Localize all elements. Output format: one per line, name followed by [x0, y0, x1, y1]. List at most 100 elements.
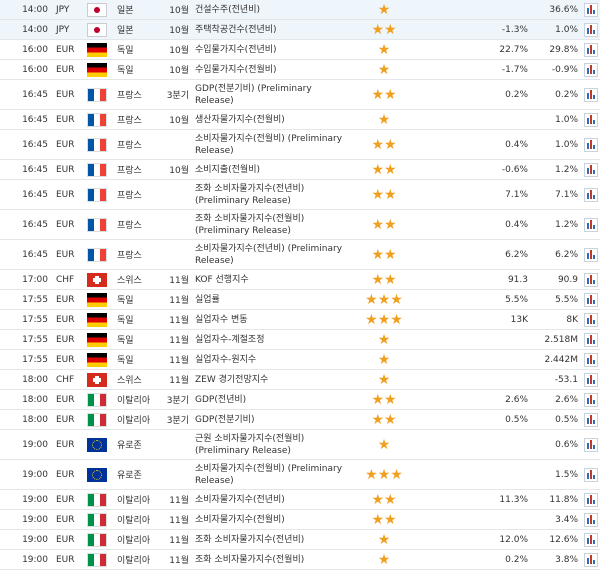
chart-icon[interactable] — [584, 87, 598, 102]
event-row[interactable]: 19:00 EUR 유로존 근원 소비자물가지수(전월비) (Preliminary … — [0, 429, 600, 460]
chart-cell[interactable] — [582, 349, 600, 370]
chart-cell[interactable] — [582, 549, 600, 570]
chart-cell[interactable] — [582, 19, 600, 40]
chart-icon[interactable] — [584, 352, 598, 367]
chart-icon[interactable] — [584, 332, 598, 347]
event-name[interactable]: 생산자물가지수(전월비) — [192, 109, 348, 130]
event-name[interactable]: 소비자물가지수(전년비) — [192, 489, 348, 510]
chart-icon[interactable] — [584, 532, 598, 547]
chart-cell[interactable] — [582, 209, 600, 240]
chart-cell[interactable] — [582, 289, 600, 310]
chart-cell[interactable] — [582, 59, 600, 80]
event-name[interactable]: 소비지출(전월비) — [192, 159, 348, 180]
chart-icon[interactable] — [584, 187, 598, 202]
event-row[interactable]: 16:45 EUR 프랑스 소비자물가지수(전년비) (Preliminary Rel… — [0, 239, 600, 270]
chart-icon[interactable] — [584, 372, 598, 387]
chart-cell[interactable] — [582, 389, 600, 410]
event-name[interactable]: 조화 소비자물가지수(전월비) — [192, 549, 348, 570]
event-name[interactable]: KOF 선행지수 — [192, 269, 348, 290]
event-name[interactable]: 실업률 — [192, 289, 348, 310]
chart-cell[interactable] — [582, 429, 600, 460]
chart-cell[interactable] — [582, 529, 600, 550]
chart-cell[interactable] — [582, 489, 600, 510]
chart-cell[interactable] — [582, 309, 600, 330]
event-name[interactable]: GDP(전분기비) — [192, 409, 348, 430]
chart-cell[interactable] — [582, 159, 600, 180]
event-name[interactable]: 건설수주(전년비) — [192, 0, 348, 20]
chart-icon[interactable] — [584, 512, 598, 527]
event-name[interactable]: 수입물가지수(전월비) — [192, 59, 348, 80]
event-row[interactable]: 18:00 EUR 이탈리아 3분기 GDP(전년비) ★★ 2.6% 2.6% — [0, 389, 600, 410]
event-row[interactable]: 19:00 EUR 이탈리아 11월 조화 소비자물가지수(전월비) ★ 0.2% 3.8% — [0, 549, 600, 570]
event-name[interactable]: 조화 소비자물가지수(전월비) (Preliminary Release) — [192, 209, 348, 240]
chart-cell[interactable] — [582, 179, 600, 210]
chart-icon[interactable] — [584, 312, 598, 327]
chart-cell[interactable] — [582, 129, 600, 160]
chart-icon[interactable] — [584, 437, 598, 452]
chart-cell[interactable] — [582, 459, 600, 490]
event-row[interactable]: 17:00 CHF 스위스 11월 KOF 선행지수 ★★ 91.3 90.9 — [0, 269, 600, 290]
event-name[interactable]: 실업자수-원지수 — [192, 349, 348, 370]
chart-icon[interactable] — [584, 137, 598, 152]
event-row[interactable]: 16:45 EUR 프랑스 소비자물가지수(전월비) (Preliminary Rel… — [0, 129, 600, 160]
event-row[interactable]: 17:55 EUR 독일 11월 실업률 ★★★ 5.5% 5.5% — [0, 289, 600, 310]
chart-icon[interactable] — [584, 392, 598, 407]
event-name[interactable]: GDP(전분기비) (Preliminary Release) — [192, 79, 348, 110]
event-row[interactable]: 17:55 EUR 독일 11월 실업자수-계절조정 ★ 2.518M — [0, 329, 600, 350]
chart-icon[interactable] — [584, 217, 598, 232]
event-row[interactable]: 19:00 EUR 이탈리아 11월 소비자물가지수(전년비) ★★ 11.3% 11.8% — [0, 489, 600, 510]
event-row[interactable]: 16:45 EUR 프랑스 조화 소비자물가지수(전월비) (Preliminary … — [0, 209, 600, 240]
chart-icon[interactable] — [584, 42, 598, 57]
chart-cell[interactable] — [582, 409, 600, 430]
chart-icon[interactable] — [584, 22, 598, 37]
event-name[interactable]: 근원 소비자물가지수(전월비) (Preliminary Release) — [192, 429, 348, 460]
chart-cell[interactable] — [582, 79, 600, 110]
event-row[interactable]: 17:55 EUR 독일 11월 실업자수-원지수 ★ 2.442M — [0, 349, 600, 370]
chart-cell[interactable] — [582, 109, 600, 130]
chart-cell[interactable] — [582, 509, 600, 530]
chart-icon[interactable] — [584, 292, 598, 307]
chart-icon[interactable] — [584, 492, 598, 507]
event-row[interactable]: 16:45 EUR 프랑스 조화 소비자물가지수(전년비) (Preliminary … — [0, 179, 600, 210]
event-row[interactable]: 16:00 EUR 독일 10월 수입물가지수(전년비) ★ 22.7% 29.8% — [0, 39, 600, 60]
event-row[interactable]: 19:00 EUR 이탈리아 11월 조화 소비자물가지수(전년비) ★ 12.0% 12.6… — [0, 529, 600, 550]
event-name[interactable]: 소비자물가지수(전월비) (Preliminary Release) — [192, 129, 348, 160]
chart-icon[interactable] — [584, 467, 598, 482]
event-name[interactable]: 실업자수 변동 — [192, 309, 348, 330]
event-name[interactable]: 실업자수-계절조정 — [192, 329, 348, 350]
chart-icon[interactable] — [584, 62, 598, 77]
event-row[interactable]: 14:00 JPY 일본 10월 주택착공건수(전년비) ★★ -1.3% 1.0% — [0, 19, 600, 40]
event-name[interactable]: ZEW 경기전망지수 — [192, 369, 348, 390]
event-name[interactable]: 수입물가지수(전년비) — [192, 39, 348, 60]
chart-icon[interactable] — [584, 247, 598, 262]
event-row[interactable]: 16:45 EUR 프랑스 10월 소비지출(전월비) ★★ -0.6% 1.2% — [0, 159, 600, 180]
event-row[interactable]: 16:45 EUR 프랑스 10월 생산자물가지수(전월비) ★ 1.0% — [0, 109, 600, 130]
chart-cell[interactable] — [582, 369, 600, 390]
event-row[interactable]: 16:45 EUR 프랑스 3분기 GDP(전분기비) (Preliminary Rel… — [0, 79, 600, 110]
event-row[interactable]: 17:55 EUR 독일 11월 실업자수 변동 ★★★ 13K 8K — [0, 309, 600, 330]
event-name[interactable]: 소비자물가지수(전년비) (Preliminary Release) — [192, 239, 348, 270]
event-name[interactable]: 소비자물가지수(전월비) — [192, 509, 348, 530]
chart-icon[interactable] — [584, 2, 598, 17]
chart-cell[interactable] — [582, 0, 600, 20]
chart-cell[interactable] — [582, 269, 600, 290]
event-name[interactable]: 소비자물가지수(전월비) (Preliminary Release) — [192, 459, 348, 490]
event-row[interactable]: 14:00 JPY 일본 10월 건설수주(전년비) ★ 36.6% — [0, 0, 600, 20]
event-row[interactable]: 19:00 EUR 유로존 소비자물가지수(전월비) (Preliminary Rel… — [0, 459, 600, 490]
event-row[interactable]: 16:00 EUR 독일 10월 수입물가지수(전월비) ★ -1.7% -0.9% — [0, 59, 600, 80]
event-name[interactable]: 조화 소비자물가지수(전년비) (Preliminary Release) — [192, 179, 348, 210]
chart-icon[interactable] — [584, 112, 598, 127]
event-name[interactable]: GDP(전년비) — [192, 389, 348, 410]
event-row[interactable]: 18:00 CHF 스위스 11월 ZEW 경기전망지수 ★ -53.1 — [0, 369, 600, 390]
event-row[interactable]: 18:00 EUR 이탈리아 3분기 GDP(전분기비) ★★ 0.5% 0.5% — [0, 409, 600, 430]
chart-icon[interactable] — [584, 552, 598, 567]
chart-icon[interactable] — [584, 162, 598, 177]
event-name[interactable]: 주택착공건수(전년비) — [192, 19, 348, 40]
chart-cell[interactable] — [582, 239, 600, 270]
chart-icon[interactable] — [584, 272, 598, 287]
event-name[interactable]: 조화 소비자물가지수(전년비) — [192, 529, 348, 550]
event-row[interactable]: 19:00 EUR 이탈리아 11월 소비자물가지수(전월비) ★★ 3.4% — [0, 509, 600, 530]
chart-cell[interactable] — [582, 39, 600, 60]
chart-cell[interactable] — [582, 329, 600, 350]
chart-icon[interactable] — [584, 412, 598, 427]
